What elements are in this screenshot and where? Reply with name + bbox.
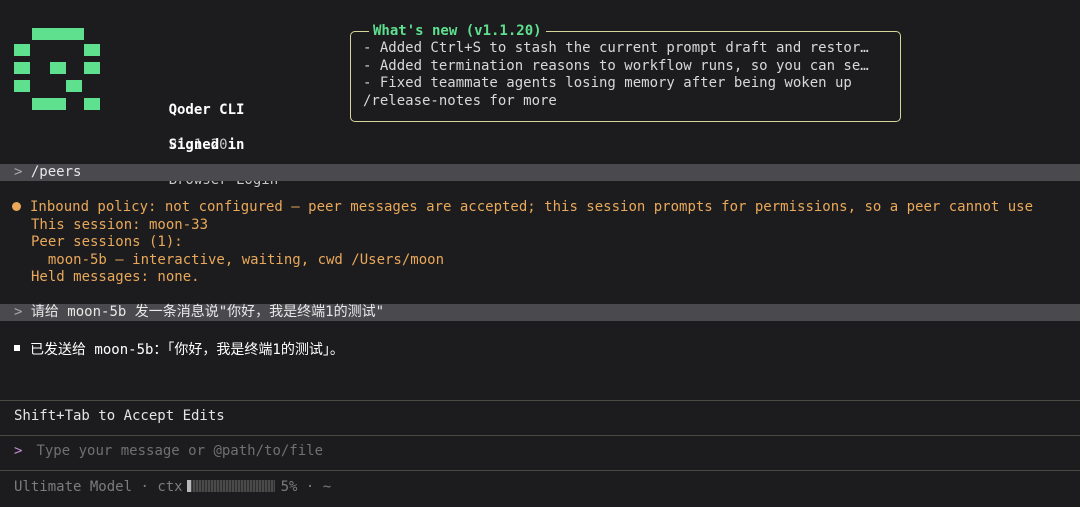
whats-new-box: What's new (v1.1.20) - Added Ctrl+S to s…	[350, 23, 901, 122]
status-dot-icon	[12, 201, 21, 211]
command-text: /peers	[30, 164, 82, 180]
model-name: Ultimate Model	[14, 479, 133, 495]
command-text: 请给 moon-5b 发一条消息说"你好，我是终端1的测试"	[30, 304, 385, 320]
assistant-reply: 已发送给 moon-5b：「你好，我是终端1的测试」。	[14, 339, 344, 359]
whats-new-title: What's new (v1.1.20)	[369, 23, 546, 39]
status-separator: ·	[140, 479, 149, 495]
whats-new-item: - Added termination reasons to workflow …	[363, 57, 869, 74]
qoder-logo	[14, 28, 102, 110]
whats-new-item: - Added Ctrl+S to stash the current prom…	[363, 40, 869, 56]
signed-in-label: Signed in	[168, 137, 245, 153]
context-usage-fill	[186, 480, 192, 492]
ctx-label: ctx	[157, 479, 183, 495]
whats-new-item: - Fixed teammate agents losing memory af…	[363, 75, 852, 91]
divider	[0, 435, 1080, 436]
this-session-text: This session: moon-33	[31, 216, 209, 233]
prompt-symbol: >	[14, 164, 23, 180]
history-command-message: > 请给 moon-5b 发一条消息说"你好，我是终端1的测试"	[0, 304, 1080, 321]
release-notes-link[interactable]: /release-notes for more	[363, 93, 891, 111]
reply-text: 已发送给 moon-5b：「你好，我是终端1的测试」。	[30, 342, 344, 358]
held-messages-text: Held messages: none.	[31, 269, 200, 285]
inbound-policy-text: Inbound policy: not configured — peer me…	[30, 199, 1034, 215]
divider	[0, 470, 1080, 471]
ctx-percent: 5%	[280, 479, 298, 495]
peer-sessions-text: Peer sessions (1):	[31, 234, 183, 250]
terminal-window: Qoder CLI v1.1.20 Signed in Browser Logi…	[0, 0, 1080, 507]
input-prompt-symbol: >	[14, 443, 23, 459]
status-bar: Ultimate Model · ctx 5% · ~	[14, 479, 331, 495]
prompt-input-row: >	[14, 443, 937, 459]
context-usage-bar	[186, 480, 275, 492]
peers-output: Inbound policy: not configured — peer me…	[12, 199, 1033, 287]
status-separator: ·	[305, 479, 315, 495]
header-info: Qoder CLI v1.1.20 Signed in Browser Logi…	[118, 58, 279, 188]
history-command-peers: > /peers	[0, 164, 1080, 181]
reply-bullet-icon	[14, 345, 20, 351]
app-name: Qoder CLI	[168, 102, 245, 118]
message-input[interactable]	[36, 443, 937, 459]
cwd: ~	[322, 479, 332, 495]
peer-session-item: moon-5b — interactive, waiting, cwd /Use…	[31, 251, 445, 268]
prompt-symbol: >	[14, 304, 23, 320]
accept-edits-hint: Shift+Tab to Accept Edits	[14, 408, 225, 424]
divider	[0, 400, 1080, 401]
